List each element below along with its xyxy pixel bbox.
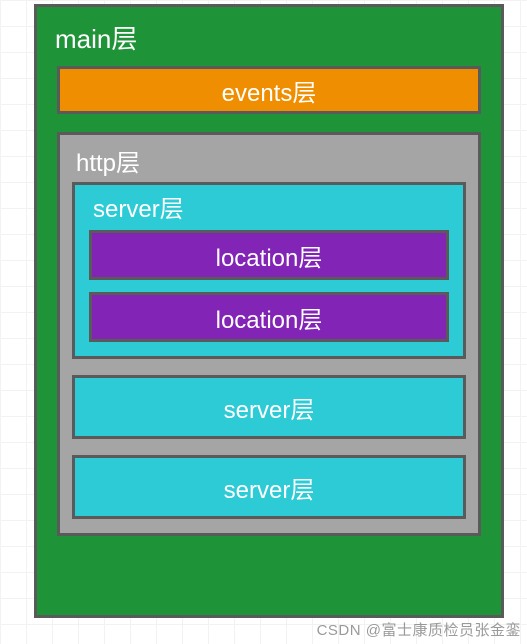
server-layer-label: server层: [224, 470, 315, 505]
http-layer-title: http层: [72, 141, 466, 182]
location-layer-label: location层: [216, 238, 323, 273]
server-layer-box: server层: [72, 455, 466, 519]
server-layer-label: server层: [224, 390, 315, 425]
server-layer-box: server层: [72, 375, 466, 439]
server-layer-title: server层: [89, 189, 449, 224]
main-layer-title: main层: [51, 19, 487, 56]
location-layer-box: location层: [89, 292, 449, 342]
watermark-text: CSDN @富士康质检员张金銮: [317, 619, 521, 640]
events-layer-box: events层: [57, 66, 481, 114]
main-layer-box: main层 events层 http层 server层 location层 lo…: [34, 4, 504, 618]
http-layer-box: http层 server层 location层 location层 server…: [57, 132, 481, 536]
location-layer-label: location层: [216, 300, 323, 335]
location-layer-box: location层: [89, 230, 449, 280]
events-layer-label: events层: [222, 73, 317, 108]
server-layer-box: server层 location层 location层: [72, 182, 466, 359]
